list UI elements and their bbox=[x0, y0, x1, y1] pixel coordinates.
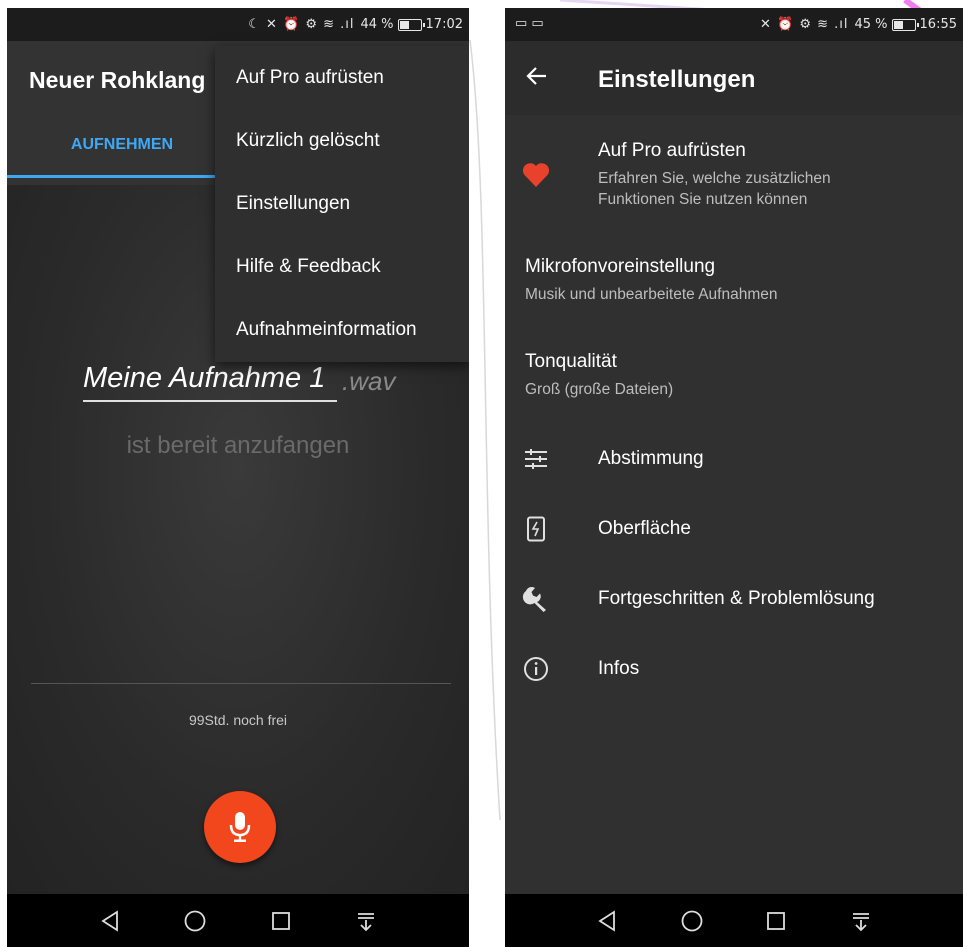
recents-square-icon bbox=[767, 911, 786, 930]
setting-title: Infos bbox=[598, 658, 640, 679]
pull-down-icon bbox=[852, 912, 869, 931]
home-circle-icon bbox=[681, 910, 703, 931]
menu-item-recently-deleted[interactable]: Kürzlich gelöscht bbox=[215, 109, 469, 172]
setting-subtitle: Groß (große Dateien) bbox=[525, 381, 674, 398]
setting-title: Fortgeschritten & Problemlösung bbox=[598, 588, 875, 609]
setting-subtitle: Musik und unbearbeitete Aufnahmen bbox=[525, 286, 778, 303]
recording-name-underline bbox=[83, 400, 337, 402]
setting-upgrade-pro[interactable]: Auf Pro aufrüsten Erfahren Sie, welche z… bbox=[505, 135, 963, 215]
back-triangle-icon bbox=[101, 909, 118, 932]
menu-item-help-feedback[interactable]: Hilfe & Feedback bbox=[215, 235, 469, 298]
navigation-bar bbox=[7, 894, 469, 947]
setting-subtitle: Erfahren Sie, welche zusätzlichen Funkti… bbox=[598, 170, 831, 208]
recording-name-field[interactable]: Meine Aufnahme 1 bbox=[83, 362, 325, 395]
phone-screen-icon bbox=[521, 514, 551, 544]
status-icons: ☾ ✕ ⏰ ⚙ ≋ .ıl bbox=[248, 17, 355, 32]
right-phone-screen: ▭ ▭ ✕ ⏰ ⚙ ≋ .ıl 45 % 16:55 Einstellungen… bbox=[505, 8, 963, 947]
wrench-icon bbox=[521, 584, 551, 614]
battery-percent: 44 % bbox=[360, 17, 394, 32]
menu-item-settings[interactable]: Einstellungen bbox=[215, 172, 469, 235]
battery-icon bbox=[397, 18, 425, 31]
setting-sound-quality[interactable]: Tonqualität Groß (große Dateien) bbox=[505, 348, 963, 408]
left-phone-screen: ☾ ✕ ⏰ ⚙ ≋ .ıl 44 % 17:02 Neuer Rohklang … bbox=[7, 8, 469, 947]
home-nav-button[interactable] bbox=[180, 906, 210, 936]
info-icon bbox=[521, 654, 551, 684]
recents-nav-button[interactable] bbox=[266, 906, 296, 936]
clock: 17:02 bbox=[425, 17, 463, 32]
menu-item-upgrade-pro[interactable]: Auf Pro aufrüsten bbox=[215, 46, 469, 109]
status-bar: ▭ ▭ ✕ ⏰ ⚙ ≋ .ıl 45 % 16:55 bbox=[505, 8, 963, 41]
setting-title: Oberfläche bbox=[598, 518, 691, 539]
tune-sliders-icon bbox=[521, 444, 551, 474]
recording-status: ist bereit anzufangen bbox=[126, 432, 350, 459]
setting-title: Mikrofonvoreinstellung bbox=[525, 256, 716, 277]
home-circle-icon bbox=[184, 910, 206, 931]
setting-title: Abstimmung bbox=[598, 448, 704, 469]
back-nav-button[interactable] bbox=[592, 906, 622, 936]
overflow-menu: Auf Pro aufrüsten Kürzlich gelöscht Eins… bbox=[215, 46, 469, 362]
setting-title: Tonqualität bbox=[525, 351, 617, 372]
status-icons: ✕ ⏰ ⚙ ≋ .ıl bbox=[759, 17, 849, 32]
home-nav-button[interactable] bbox=[677, 906, 707, 936]
status-bar: ☾ ✕ ⏰ ⚙ ≋ .ıl 44 % 17:02 bbox=[7, 8, 469, 41]
microphone-icon bbox=[229, 812, 251, 842]
free-space-label: 99Std. noch frei bbox=[188, 712, 288, 728]
setting-title: Auf Pro aufrüsten bbox=[598, 140, 746, 161]
setting-advanced[interactable]: Fortgeschritten & Problemlösung bbox=[505, 580, 963, 620]
clock: 16:55 bbox=[919, 17, 957, 32]
tab-indicator bbox=[7, 175, 237, 178]
battery-percent: 45 % bbox=[854, 17, 888, 32]
pull-down-icon bbox=[358, 912, 375, 931]
app-title: Neuer Rohklang bbox=[29, 67, 206, 93]
setting-mic-preset[interactable]: Mikrofonvoreinstellung Musik und unbearb… bbox=[505, 253, 963, 313]
back-button[interactable] bbox=[525, 64, 549, 93]
tab-record[interactable]: AUFNEHMEN bbox=[7, 136, 237, 154]
record-button[interactable] bbox=[204, 791, 276, 863]
heart-icon bbox=[521, 160, 551, 190]
recents-square-icon bbox=[271, 911, 290, 930]
battery-icon bbox=[891, 18, 919, 31]
notifications-nav-button[interactable] bbox=[846, 906, 876, 936]
navigation-bar bbox=[505, 894, 963, 947]
status-left-icons: ▭ ▭ bbox=[515, 16, 544, 31]
back-nav-button[interactable] bbox=[95, 906, 125, 936]
menu-item-recording-info[interactable]: Aufnahmeinformation bbox=[215, 298, 469, 361]
setting-interface[interactable]: Oberfläche bbox=[505, 510, 963, 550]
arrow-left-icon bbox=[526, 67, 546, 85]
setting-tuning[interactable]: Abstimmung bbox=[505, 440, 963, 480]
recents-nav-button[interactable] bbox=[761, 906, 791, 936]
setting-about[interactable]: Infos bbox=[505, 650, 963, 690]
divider bbox=[31, 683, 451, 684]
back-triangle-icon bbox=[598, 909, 616, 932]
recording-extension: .wav bbox=[342, 366, 396, 396]
notifications-nav-button[interactable] bbox=[351, 906, 381, 936]
page-title: Einstellungen bbox=[598, 66, 756, 93]
